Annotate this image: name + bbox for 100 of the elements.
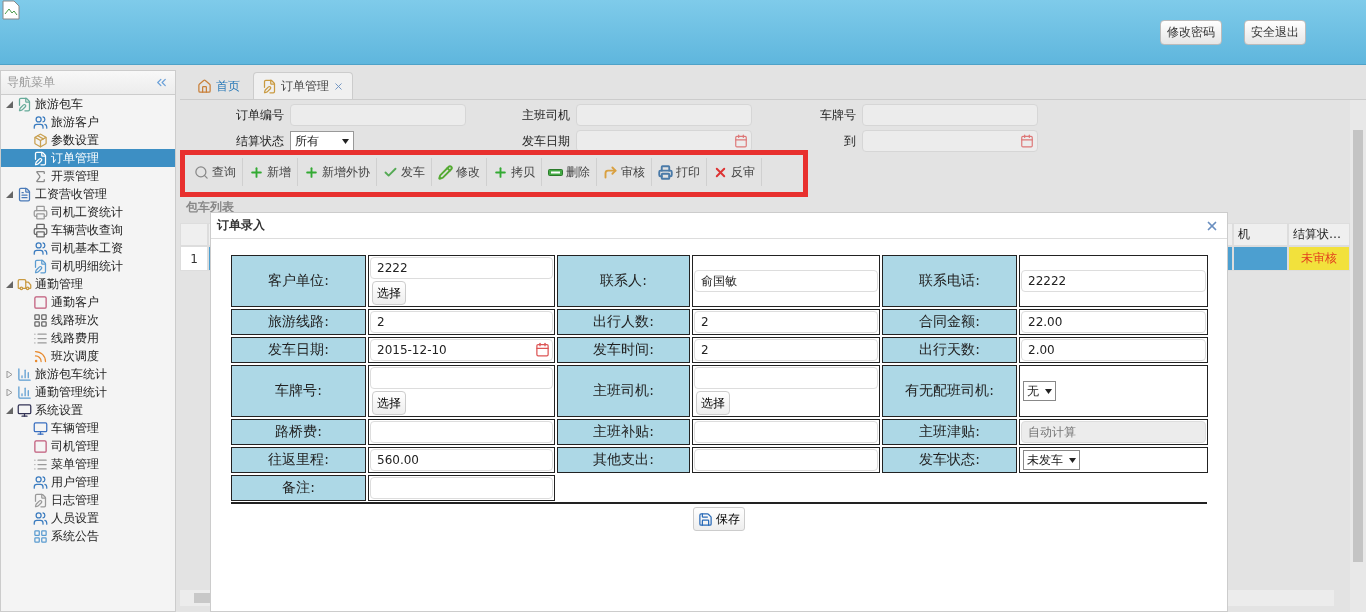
nav-item[interactable]: 旅游包车统计 — [1, 365, 175, 383]
chart-icon — [17, 384, 32, 400]
toolbar-button[interactable]: 审核 — [597, 158, 652, 186]
field-label: 出行天数: — [882, 337, 1017, 363]
input-field[interactable]: 560.00 — [370, 449, 553, 471]
box-icon — [33, 132, 48, 148]
field-label: 其他支出: — [557, 447, 690, 473]
nav-item[interactable]: 线路费用 — [1, 329, 175, 347]
dialog-title: 订单录入 — [217, 217, 265, 234]
nav-item[interactable]: 订单管理 — [1, 149, 175, 167]
list-icon — [33, 456, 48, 472]
select-button[interactable]: 选择 — [372, 391, 406, 415]
nav-item[interactable]: 菜单管理 — [1, 455, 175, 473]
letter-icon — [17, 186, 32, 202]
broken-image-icon — [2, 0, 20, 20]
toolbar-button[interactable]: 打印 — [652, 158, 707, 186]
header-button[interactable]: 安全退出 — [1244, 20, 1306, 45]
nav-item[interactable]: 通勤管理 — [1, 275, 175, 293]
users-icon — [33, 474, 48, 490]
input-field[interactable]: 2 — [694, 339, 878, 361]
printer-icon — [658, 164, 673, 180]
input-field[interactable] — [370, 367, 553, 389]
plus-icon — [249, 164, 264, 180]
grid-icon — [33, 528, 48, 544]
nav-item[interactable]: 司机明细统计 — [1, 257, 175, 275]
nav-item[interactable]: 用户管理 — [1, 473, 175, 491]
nav-item[interactable]: 司机基本工资 — [1, 239, 175, 257]
nav-item[interactable]: 日志管理 — [1, 491, 175, 509]
nav-item[interactable]: 线路班次 — [1, 311, 175, 329]
nav-item[interactable]: 旅游客户 — [1, 113, 175, 131]
header-button[interactable]: 修改密码 — [1160, 20, 1222, 45]
dropdown-select[interactable]: 未发车 — [1023, 450, 1080, 470]
rss-icon — [33, 348, 48, 364]
collapsed-arrow-icon — [6, 370, 13, 378]
date-field[interactable]: 2015-12-10 — [370, 339, 553, 361]
dropdown-icon — [342, 138, 349, 144]
close-icon[interactable] — [333, 80, 344, 92]
input-field[interactable]: 22222 — [1021, 270, 1206, 292]
status-select[interactable]: 所有 — [290, 131, 354, 151]
field-label: 结算状态 — [235, 132, 285, 150]
calendar-icon — [1020, 134, 1034, 148]
toolbar-button[interactable]: 新增外协 — [298, 158, 377, 186]
input-field[interactable]: 2 — [694, 311, 878, 333]
nav-item[interactable]: 人员设置 — [1, 509, 175, 527]
field-label: 旅游线路: — [231, 309, 366, 335]
input-field[interactable]: 2222 — [370, 257, 553, 279]
toolbar-button[interactable]: 新增 — [243, 158, 298, 186]
nav-item[interactable]: 车辆营收查询 — [1, 221, 175, 239]
nav-item[interactable]: 系统设置 — [1, 401, 175, 419]
date-field[interactable] — [576, 130, 752, 152]
list-icon — [33, 330, 48, 346]
nav-item[interactable]: 司机管理 — [1, 437, 175, 455]
field-label: 发车日期: — [231, 337, 366, 363]
collapsed-arrow-icon — [6, 388, 13, 396]
input-field[interactable]: 2.00 — [1021, 339, 1206, 361]
field-label: 订单编号 — [235, 106, 285, 124]
nav-item[interactable]: 旅游包车 — [1, 95, 175, 113]
dropdown-select[interactable]: 无 — [1023, 381, 1056, 401]
field-label: 车牌号: — [231, 365, 366, 417]
field-label: 主班司机 — [521, 106, 571, 124]
input-field[interactable] — [694, 367, 878, 389]
calendar-icon — [734, 134, 748, 148]
plus-icon — [493, 164, 508, 180]
tab[interactable]: 首页 — [188, 72, 249, 99]
save-button[interactable]: 保存 — [693, 507, 745, 531]
toolbar-button[interactable]: 查询 — [188, 158, 243, 186]
field-label: 主班津贴: — [882, 419, 1017, 445]
printer-icon — [33, 222, 48, 238]
input-field[interactable]: 22.00 — [1021, 311, 1206, 333]
status-cell: 未审核 — [1288, 246, 1350, 271]
pencil-icon — [438, 164, 453, 180]
input-field[interactable]: 俞国敏 — [694, 270, 878, 292]
column-header: 机 — [1233, 223, 1288, 246]
panel-title: 包车列表 — [185, 199, 235, 216]
nav-item[interactable]: 参数设置 — [1, 131, 175, 149]
nav-item[interactable]: 车辆管理 — [1, 419, 175, 437]
nav-item[interactable]: 开票管理 — [1, 167, 175, 185]
home-icon — [197, 78, 212, 94]
field-label: 主班司机: — [557, 365, 690, 417]
field-label: 联系电话: — [882, 255, 1017, 307]
nav-item[interactable]: 通勤管理统计 — [1, 383, 175, 401]
select-button[interactable]: 选择 — [696, 391, 730, 415]
toolbar-button[interactable]: 删除 — [542, 158, 597, 186]
toolbar-button[interactable]: 发车 — [377, 158, 432, 186]
nav-item[interactable]: 通勤客户 — [1, 293, 175, 311]
toolbar-button[interactable]: 拷贝 — [487, 158, 542, 186]
tab[interactable]: 订单管理 — [253, 72, 353, 99]
nav-item[interactable]: 系统公告 — [1, 527, 175, 545]
nav-item[interactable]: 班次调度 — [1, 347, 175, 365]
monitor-icon — [17, 402, 32, 418]
toolbar-button[interactable]: 反审 — [707, 158, 762, 186]
monitor-icon — [33, 420, 48, 436]
date-field[interactable] — [862, 130, 1038, 152]
toolbar-button[interactable]: 修改 — [432, 158, 487, 186]
select-button[interactable]: 选择 — [372, 281, 406, 305]
square-icon — [33, 438, 48, 454]
input-field[interactable]: 2 — [370, 311, 553, 333]
document-icon — [33, 258, 48, 274]
nav-item[interactable]: 工资营收管理 — [1, 185, 175, 203]
nav-item[interactable]: 司机工资统计 — [1, 203, 175, 221]
